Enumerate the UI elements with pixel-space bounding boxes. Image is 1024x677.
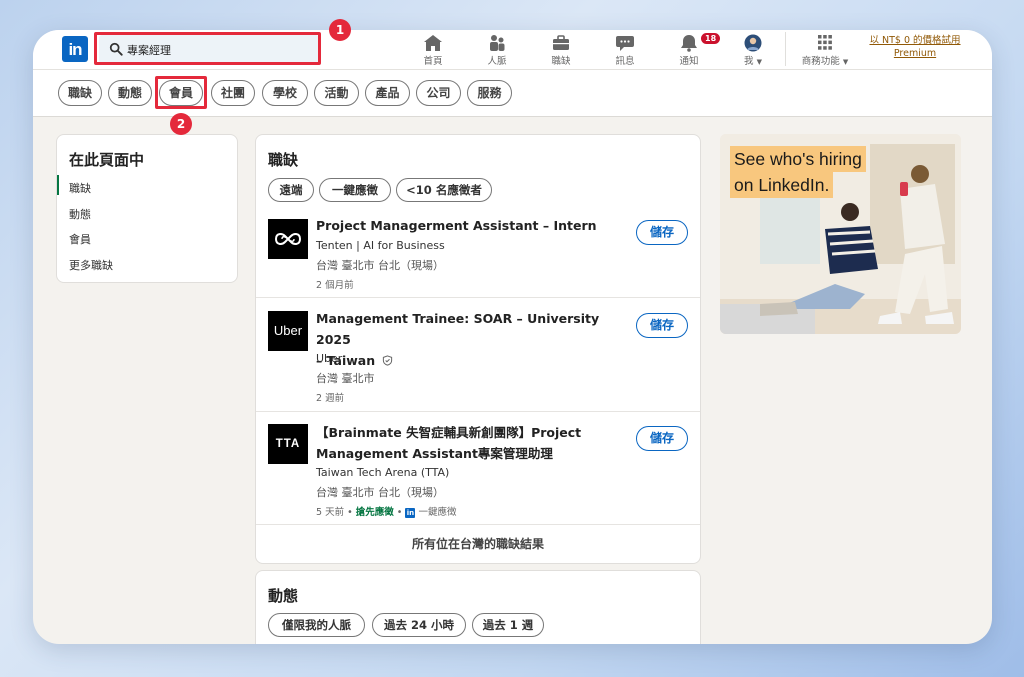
- nav-label: 人脈: [487, 56, 507, 67]
- on-this-page-card: 在此頁面中 職缺 動態 會員 更多職缺: [56, 134, 238, 283]
- chevron-down-icon: ▼: [842, 58, 849, 66]
- nav-messaging[interactable]: 訊息: [607, 32, 643, 68]
- ad-headline-line1: See who's hiring: [730, 146, 866, 172]
- job-posted-time: 2 週前: [316, 393, 345, 404]
- filter-events[interactable]: 活動: [314, 80, 359, 106]
- step-1-marker: 1: [329, 19, 351, 41]
- save-job-button[interactable]: 儲存: [636, 220, 688, 245]
- job-posted-time: 2 個月前: [316, 280, 354, 291]
- tta-logo: TTA: [268, 424, 308, 464]
- early-applicant-label: 搶先應徵: [355, 507, 394, 518]
- nav-business[interactable]: 商務功能 ▼: [795, 32, 855, 68]
- notification-badge: 18: [700, 32, 722, 45]
- verified-shield-icon: [383, 355, 393, 366]
- message-icon: [616, 36, 634, 51]
- save-job-button[interactable]: 儲存: [636, 313, 688, 338]
- annotation-search-highlight: [94, 32, 321, 65]
- save-job-button[interactable]: 儲存: [636, 426, 688, 451]
- nav-network[interactable]: 人脈: [479, 32, 515, 68]
- sidebar-title: 在此頁面中: [69, 151, 145, 169]
- grid-icon: [818, 35, 832, 50]
- nav-home[interactable]: 首頁: [415, 32, 451, 68]
- filter-services[interactable]: 服務: [467, 80, 512, 106]
- filter-companies[interactable]: 公司: [416, 80, 461, 106]
- job-company: Uber: [316, 352, 343, 365]
- chip-my-network[interactable]: 僅限我的人脈: [268, 613, 365, 637]
- chevron-down-icon: ▼: [756, 58, 762, 66]
- job-posted-time: 5 天前: [316, 507, 345, 518]
- avatar-icon: [744, 34, 762, 52]
- job-location: 台灣 臺北市: [316, 372, 375, 385]
- annotation-people-filter-highlight: [155, 76, 207, 109]
- filter-schools[interactable]: 學校: [262, 80, 308, 106]
- job-title[interactable]: 【Brainmate 失智症輔具新創團隊】Project Management …: [316, 422, 626, 464]
- jobs-section-title: 職缺: [268, 151, 299, 169]
- premium-trial-link[interactable]: 以 NT$ 0 的價格試用 Premium: [865, 34, 965, 60]
- nav-label: 通知: [679, 56, 699, 67]
- job-listing[interactable]: Uber Management Trainee: SOAR – Universi…: [256, 298, 700, 412]
- nav-label: 商務功能: [801, 56, 840, 67]
- filter-groups[interactable]: 社團: [211, 80, 255, 106]
- chip-few-applicants[interactable]: <10 名應徵者: [396, 178, 492, 202]
- posts-results-card: 動態 僅限我的人脈 過去 24 小時 過去 1 週: [255, 570, 701, 644]
- premium-line1: 以 NT$ 0 的價格試用: [869, 35, 961, 46]
- chip-easy-apply[interactable]: 一鍵應徵: [319, 178, 391, 202]
- chip-past-24h[interactable]: 過去 24 小時: [372, 613, 466, 637]
- job-title[interactable]: Management Trainee: SOAR – University 20…: [316, 308, 626, 371]
- step-2-marker: 2: [170, 113, 192, 135]
- posts-section-title: 動態: [268, 587, 299, 605]
- sidebar-item-posts[interactable]: 動態: [69, 206, 91, 222]
- sidebar-item-people[interactable]: 會員: [69, 231, 91, 247]
- nav-jobs[interactable]: 職缺: [543, 32, 579, 68]
- home-icon: [424, 35, 442, 51]
- job-title-line2: Management Assistant專案管理助理: [316, 446, 553, 461]
- nav-divider: [785, 32, 786, 66]
- bell-icon: [681, 35, 697, 52]
- active-indicator: [57, 175, 59, 195]
- job-title-text: Project Managerment Assistant – Intern: [316, 218, 597, 233]
- filter-products[interactable]: 產品: [365, 80, 410, 106]
- job-company: Tenten | AI for Business: [316, 239, 445, 252]
- job-location: 台灣 臺北市 台北（現場）: [316, 259, 444, 272]
- job-meta-row: 5 天前 • 搶先應徵 • in 一鍵應徵: [316, 507, 457, 518]
- job-title[interactable]: Project Managerment Assistant – Intern: [316, 215, 626, 236]
- hiring-ad-banner[interactable]: See who's hiring on LinkedIn.: [720, 134, 961, 334]
- filter-posts[interactable]: 動態: [108, 80, 152, 106]
- people-icon: [490, 35, 505, 51]
- nav-label: 職缺: [551, 56, 571, 67]
- sidebar-item-jobs[interactable]: 職缺: [69, 180, 91, 196]
- ad-headline-line2: on LinkedIn.: [730, 172, 834, 198]
- job-listing[interactable]: Project Managerment Assistant – Intern T…: [256, 207, 700, 298]
- nav-label: 訊息: [615, 56, 635, 67]
- briefcase-icon: [553, 35, 569, 50]
- sidebar-item-more-jobs[interactable]: 更多職缺: [69, 257, 113, 273]
- linkedin-small-icon: in: [405, 508, 416, 518]
- chip-remote[interactable]: 遠端: [268, 178, 314, 202]
- infinity-icon: [274, 233, 302, 245]
- uber-logo: Uber: [268, 311, 308, 351]
- job-company: Taiwan Tech Arena (TTA): [316, 466, 450, 479]
- job-title-line1: 【Brainmate 失智症輔具新創團隊】Project: [316, 425, 582, 440]
- nav-me[interactable]: 我 ▼: [733, 32, 773, 68]
- nav-label: 首頁: [423, 56, 443, 67]
- nav-notifications[interactable]: 18 通知: [671, 32, 722, 68]
- job-listing[interactable]: TTA 【Brainmate 失智症輔具新創團隊】Project Managem…: [256, 412, 700, 525]
- easy-apply-label: 一鍵應徵: [418, 507, 457, 518]
- all-jobs-results-link[interactable]: 所有位在台灣的職缺結果: [256, 525, 700, 563]
- job-location: 台灣 臺北市 台北（現場）: [316, 486, 444, 499]
- filter-jobs[interactable]: 職缺: [58, 80, 102, 106]
- chip-past-week[interactable]: 過去 1 週: [472, 613, 544, 637]
- jobs-results-card: 職缺 遠端 一鍵應徵 <10 名應徵者 Project Managerment …: [255, 134, 701, 564]
- tenten-logo: [268, 219, 308, 259]
- premium-line2: Premium: [893, 48, 937, 59]
- job-title-line1: Management Trainee: SOAR – University 20…: [316, 311, 600, 347]
- linkedin-logo[interactable]: in: [62, 36, 88, 62]
- nav-label: 我: [744, 56, 754, 67]
